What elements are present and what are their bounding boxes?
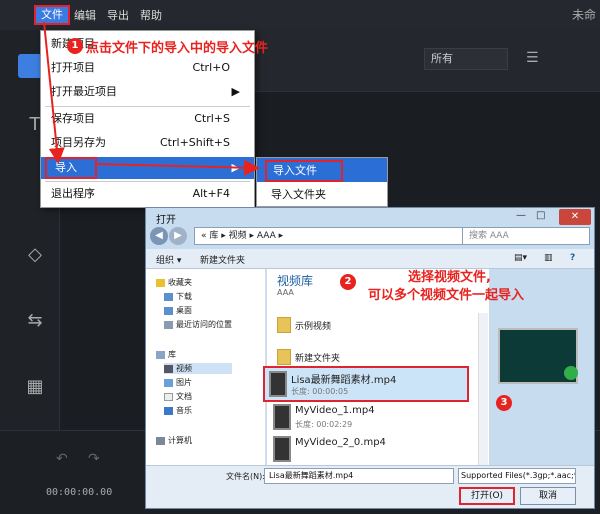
close-button[interactable]: ✕ <box>559 209 591 225</box>
video-thumbnail-icon <box>269 371 287 397</box>
cancel-button[interactable]: 取消 <box>520 487 576 505</box>
maximize-icon[interactable]: □ <box>536 210 545 221</box>
help-icon[interactable]: ? <box>570 253 575 263</box>
folder-icon <box>277 317 291 333</box>
file-item[interactable]: MyVideo_2_0.mp4 <box>267 433 487 467</box>
folder-item[interactable]: 示例视频 <box>267 309 487 343</box>
step-badge-3: 3 <box>496 395 512 411</box>
step-badge-2: 2 <box>340 274 356 290</box>
new-folder-button[interactable]: 新建文件夹 <box>200 253 245 266</box>
library-subtitle: AAA <box>277 288 294 297</box>
nav-music[interactable]: 音乐 <box>164 405 192 416</box>
annotation-step2-line2: 可以多个视频文件一起导入 <box>368 288 525 303</box>
video-thumbnail-icon <box>273 404 291 430</box>
preview-thumbnail <box>498 328 578 384</box>
nav-favorites[interactable]: 收藏夹 <box>156 277 192 288</box>
open-button[interactable]: 打开(O) <box>459 487 515 505</box>
annotation-step2-line1: 选择视频文件, <box>408 270 491 285</box>
play-badge-icon <box>564 366 578 380</box>
nav-recent[interactable]: 最近访问的位置 <box>164 319 232 330</box>
back-icon[interactable]: ◀ <box>150 227 168 245</box>
nav-computer[interactable]: 计算机 <box>156 435 192 446</box>
pane-icon[interactable]: ▥ <box>544 253 553 263</box>
dialog-toolbar: 组织 ▾ 新建文件夹 ▤▾ ▥ ? <box>146 249 594 269</box>
annotation-step1: 点击文件下的导入中的导入文件 <box>86 41 269 56</box>
nav-libraries[interactable]: 库 <box>156 349 176 360</box>
filetype-select[interactable]: Supported Files(*.3gp;*.aac;* <box>458 468 576 484</box>
nav-pictures[interactable]: 图片 <box>164 377 192 388</box>
forward-icon[interactable]: ▶ <box>169 227 187 245</box>
folder-icon <box>277 349 291 365</box>
nav-downloads[interactable]: 下载 <box>164 291 192 302</box>
file-list-scrollbar[interactable] <box>478 313 488 465</box>
dialog-title: 打开 <box>156 215 176 226</box>
navigation-pane: 收藏夹 下载 桌面 最近访问的位置 库 视频 图片 文档 音乐 计算机 <box>146 269 266 465</box>
nav-documents[interactable]: 文档 <box>164 391 192 402</box>
open-dialog: 打开 — □ ✕ ◀ ▶ « 库 ▸ 视频 ▸ AAA ▸ 搜索 AAA 组织 … <box>145 207 595 509</box>
view-icon[interactable]: ▤▾ <box>514 253 527 263</box>
step-badge-1: 1 <box>67 38 83 54</box>
selected-file-row[interactable]: Lisa最新舞蹈素材.mp4 长度: 00:00:05 <box>263 366 469 402</box>
search-input[interactable]: 搜索 AAA <box>462 227 590 245</box>
filename-input[interactable]: Lisa最新舞蹈素材.mp4 <box>264 468 454 484</box>
address-bar[interactable]: « 库 ▸ 视频 ▸ AAA ▸ <box>194 227 474 245</box>
video-thumbnail-icon <box>273 436 291 462</box>
minimize-icon[interactable]: — <box>516 210 526 221</box>
dialog-footer: 文件名(N): Lisa最新舞蹈素材.mp4 Supported Files(*… <box>146 465 594 508</box>
nav-videos[interactable]: 视频 <box>164 363 232 374</box>
nav-desktop[interactable]: 桌面 <box>164 305 192 316</box>
filename-label: 文件名(N): <box>226 472 265 481</box>
organize-button[interactable]: 组织 ▾ <box>156 253 181 266</box>
file-item[interactable]: MyVideo_1.mp4 长度: 00:02:29 <box>267 401 487 435</box>
library-title: 视频库 <box>277 274 314 288</box>
